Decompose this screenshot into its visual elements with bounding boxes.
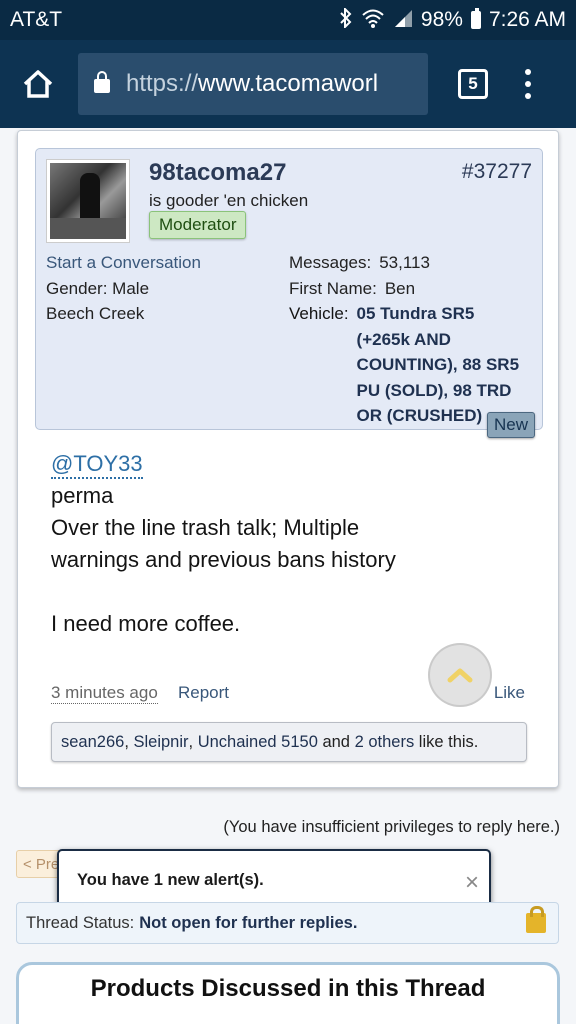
new-badge: New bbox=[486, 412, 535, 438]
tab-switcher-button[interactable]: 5 bbox=[458, 69, 488, 99]
post-number-link[interactable]: #37277 bbox=[462, 160, 532, 184]
likes-separator: , bbox=[188, 732, 198, 751]
post-card: 98tacoma27 is gooder 'en chicken Moderat… bbox=[17, 130, 559, 788]
messages-label: Messages: bbox=[289, 253, 372, 272]
liker-link[interactable]: sean266 bbox=[61, 733, 124, 752]
location-text: Beech Creek bbox=[46, 304, 145, 323]
menu-dot bbox=[525, 81, 531, 87]
bluetooth-icon bbox=[339, 6, 353, 33]
message-line: I need more coffee. bbox=[51, 611, 241, 636]
address-bar[interactable]: https://www.tacomaworl bbox=[78, 53, 428, 115]
home-icon bbox=[23, 70, 53, 98]
browser-menu-button[interactable] bbox=[518, 69, 538, 99]
gender-field: Gender: Male bbox=[46, 279, 149, 299]
start-conversation-link[interactable]: Start a Conversation bbox=[46, 253, 201, 273]
first-name-label: First Name: bbox=[289, 279, 377, 298]
status-bar: AT&T 98% 7:26 AM bbox=[0, 0, 576, 40]
signal-icon bbox=[393, 8, 413, 33]
padlock-icon bbox=[526, 906, 546, 933]
url-host: www.tacomaworl bbox=[198, 70, 379, 97]
status-icons: 98% 7:26 AM bbox=[339, 6, 566, 33]
vehicle-label: Vehicle: bbox=[289, 304, 349, 323]
thread-status-bar: Thread Status: Not open for further repl… bbox=[16, 902, 559, 944]
clock-time: 7:26 AM bbox=[488, 8, 566, 31]
avatar[interactable] bbox=[46, 159, 130, 243]
user-title: is gooder 'en chicken bbox=[149, 191, 309, 210]
products-title: Products Discussed in this Thread bbox=[90, 975, 486, 1002]
likes-tail-text: like this. bbox=[414, 732, 479, 751]
menu-dot bbox=[525, 93, 531, 99]
gender-value: Male bbox=[112, 279, 150, 298]
like-link[interactable]: Like bbox=[494, 683, 525, 703]
first-name-field: First Name: Ben bbox=[289, 279, 415, 299]
message-line: warnings and previous bans history bbox=[51, 547, 396, 572]
alert-message: You have 1 new alert(s). bbox=[77, 870, 264, 889]
vehicle-value: 05 Tundra SR5 (+265k AND COUNTING), 88 S… bbox=[356, 304, 520, 425]
reply-privileges-notice: (You have insufficient privileges to rep… bbox=[223, 818, 560, 836]
battery-icon bbox=[470, 8, 481, 29]
message-line: Over the line trash talk; Multiple bbox=[51, 515, 360, 540]
user-info-block: 98tacoma27 is gooder 'en chicken Moderat… bbox=[35, 148, 543, 438]
likes-others-link[interactable]: 2 others bbox=[355, 733, 415, 752]
url-text: https://www.tacomaworl bbox=[126, 70, 378, 98]
menu-dot bbox=[525, 69, 531, 75]
liker-link[interactable]: Sleipnir bbox=[133, 733, 188, 752]
messages-value: 53,113 bbox=[379, 253, 430, 272]
first-name-value: Ben bbox=[384, 279, 416, 298]
report-link[interactable]: Report bbox=[178, 683, 229, 703]
url-scheme: https:// bbox=[126, 70, 199, 97]
likes-summary: sean266, Sleipnir, Unchained 5150 and 2 … bbox=[51, 722, 527, 762]
messages-field: Messages: 53,113 bbox=[289, 253, 430, 273]
vehicle-field: Vehicle: 05 Tundra SR5 (+265k AND COUNTI… bbox=[289, 304, 527, 429]
lock-icon bbox=[94, 71, 110, 93]
message-line: perma bbox=[51, 483, 114, 508]
avatar-image bbox=[50, 163, 126, 239]
products-panel: Products Discussed in this Thread bbox=[16, 962, 560, 1024]
thread-status-label: Thread Status: bbox=[26, 913, 135, 932]
liker-link[interactable]: Unchained 5150 bbox=[198, 733, 318, 752]
likes-and-text: and bbox=[317, 732, 355, 751]
close-icon[interactable]: × bbox=[465, 869, 479, 897]
thread-status-value: Not open for further replies. bbox=[139, 913, 358, 932]
home-button[interactable] bbox=[12, 58, 64, 110]
carrier-name: AT&T bbox=[10, 8, 63, 31]
battery-percent: 98% bbox=[420, 8, 463, 31]
chevron-up-icon bbox=[447, 668, 473, 683]
likes-separator: , bbox=[124, 732, 134, 751]
moderator-badge: Moderator bbox=[149, 211, 247, 239]
gender-label: Gender: bbox=[46, 279, 108, 298]
post-timestamp[interactable]: 3 minutes ago bbox=[51, 683, 158, 704]
browser-toolbar: https://www.tacomaworl 5 bbox=[0, 40, 576, 128]
username[interactable]: 98tacoma27 bbox=[149, 159, 286, 187]
wifi-icon bbox=[361, 8, 385, 33]
user-mention-link[interactable]: @TOY33 bbox=[51, 451, 143, 479]
scroll-to-top-button[interactable] bbox=[428, 643, 492, 707]
